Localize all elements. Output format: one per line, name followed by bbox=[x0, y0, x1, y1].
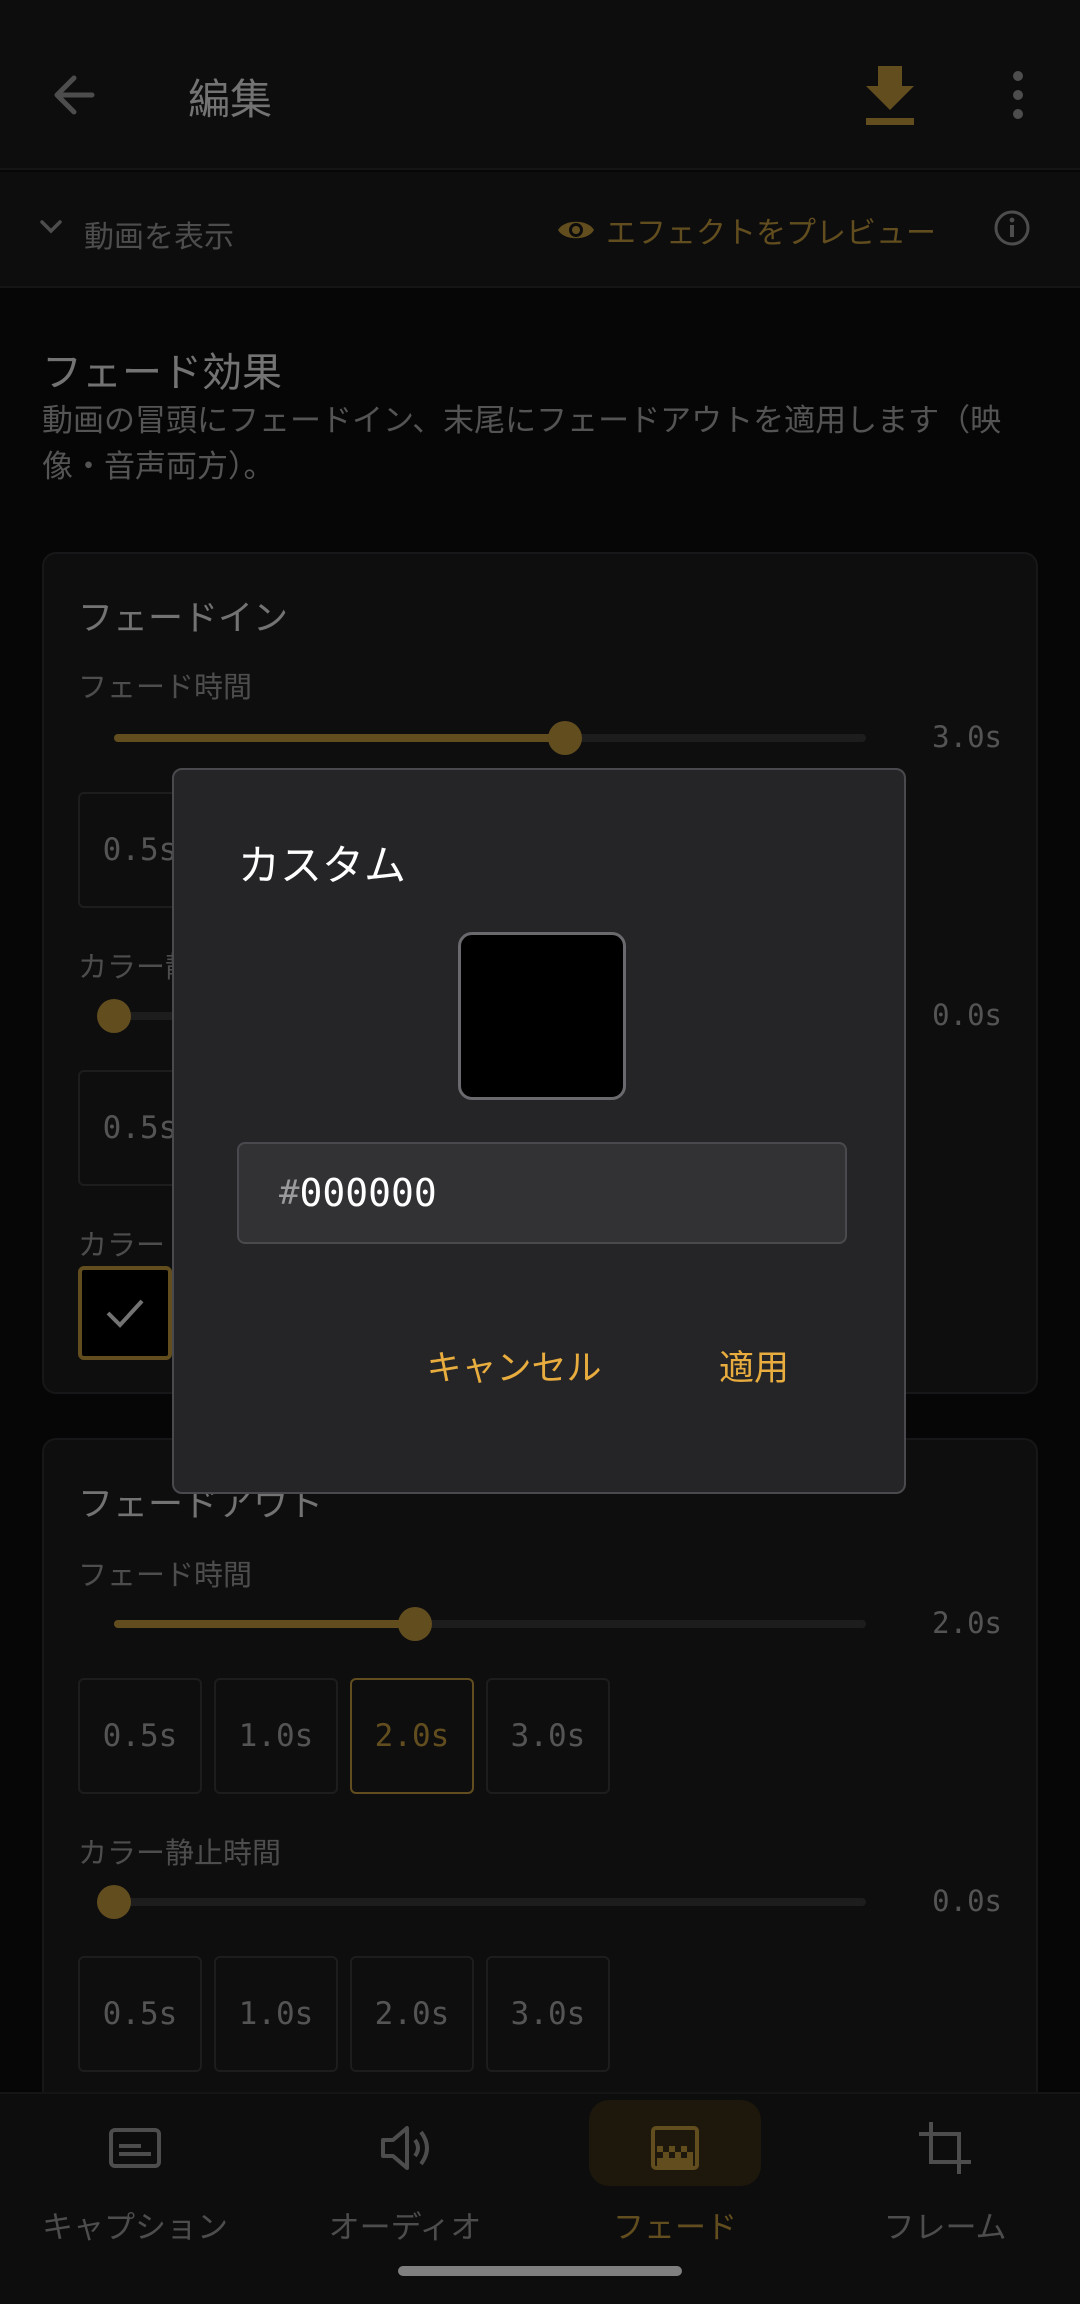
hex-color-input[interactable]: # 000000 bbox=[237, 1142, 847, 1244]
hex-value[interactable]: 000000 bbox=[299, 1171, 436, 1215]
dialog-title: カスタム bbox=[238, 841, 407, 890]
hash-prefix: # bbox=[279, 1173, 300, 1213]
cancel-button[interactable]: キャンセル bbox=[424, 1330, 604, 1400]
apply-button[interactable]: 適用 bbox=[704, 1330, 804, 1400]
color-preview bbox=[458, 932, 626, 1100]
custom-color-dialog: カスタム # 000000 キャンセル 適用 bbox=[172, 768, 906, 1494]
